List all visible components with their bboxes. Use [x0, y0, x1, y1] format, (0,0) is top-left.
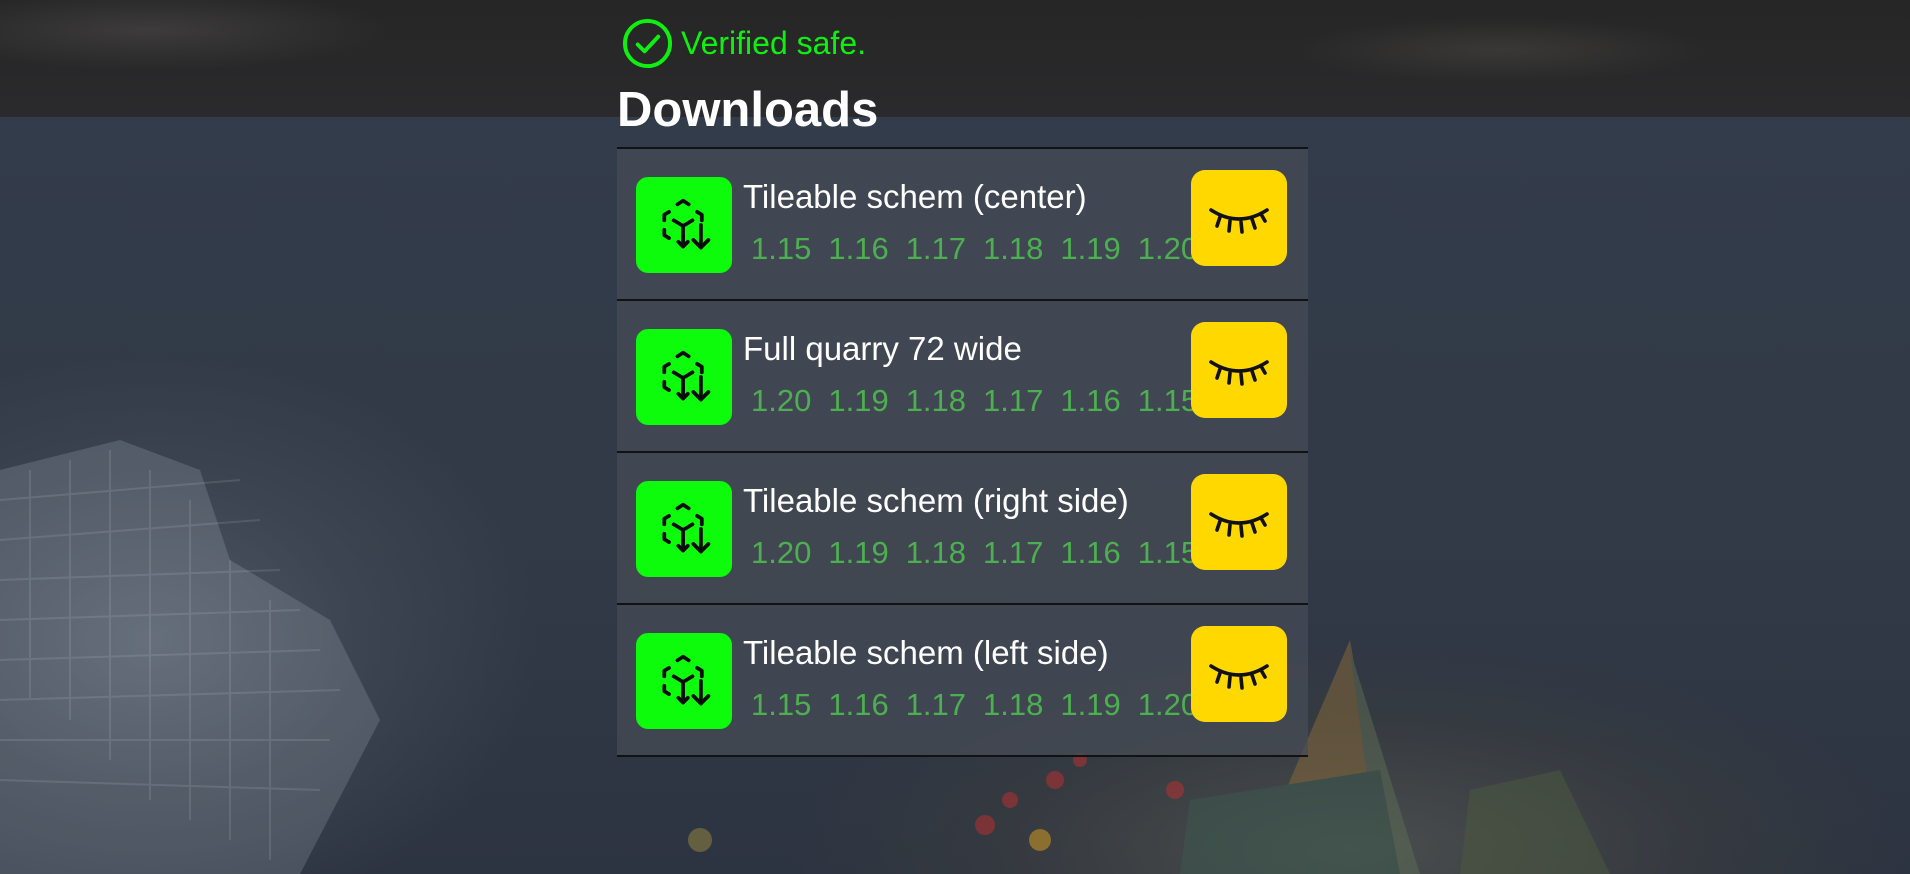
version-link[interactable]: 1.18	[906, 381, 966, 421]
version-link[interactable]: 1.15	[751, 229, 811, 269]
schematic-download-button[interactable]	[636, 177, 732, 273]
download-name: Full quarry 72 wide	[743, 330, 1022, 367]
version-link[interactable]: 1.19	[828, 533, 888, 573]
schematic-cube-icon	[662, 502, 711, 554]
version-link[interactable]: 1.18	[983, 685, 1043, 725]
check-circle-icon	[622, 18, 673, 68]
page-title: Downloads	[617, 83, 879, 137]
version-link[interactable]: 1.19	[1060, 685, 1120, 725]
schematic-download-button[interactable]	[636, 481, 732, 577]
version-link[interactable]: 1.20	[1138, 685, 1198, 725]
download-item: Full quarry 72 wide 1.20 1.19 1.18 1.17 …	[617, 299, 1308, 451]
download-item: Tileable schem (left side) 1.15 1.16 1.1…	[617, 603, 1308, 757]
preview-toggle-button[interactable]	[1191, 626, 1287, 722]
version-link[interactable]: 1.19	[828, 381, 888, 421]
version-link[interactable]: 1.16	[828, 685, 888, 725]
preview-toggle-button[interactable]	[1191, 474, 1287, 570]
preview-toggle-button[interactable]	[1191, 170, 1287, 266]
preview-toggle-button[interactable]	[1191, 322, 1287, 418]
version-link[interactable]: 1.17	[983, 381, 1043, 421]
download-name: Tileable schem (left side)	[743, 634, 1109, 671]
version-link[interactable]: 1.15	[751, 685, 811, 725]
version-link[interactable]: 1.20	[751, 533, 811, 573]
version-link[interactable]: 1.16	[1060, 533, 1120, 573]
closed-eye-icon	[1209, 664, 1269, 690]
schematic-cube-icon	[662, 654, 711, 706]
version-link[interactable]: 1.17	[906, 229, 966, 269]
version-link[interactable]: 1.16	[1060, 381, 1120, 421]
version-link[interactable]: 1.16	[828, 229, 888, 269]
version-link[interactable]: 1.20	[751, 381, 811, 421]
version-link[interactable]: 1.17	[983, 533, 1043, 573]
schematic-cube-icon	[662, 350, 711, 402]
verified-text: Verified safe.	[681, 24, 866, 61]
schematic-download-button[interactable]	[636, 633, 732, 729]
schematic-cube-icon	[662, 198, 711, 250]
version-link[interactable]: 1.20	[1138, 229, 1198, 269]
version-list: 1.15 1.16 1.17 1.18 1.19 1.20	[751, 685, 1215, 725]
download-item: Tileable schem (center) 1.15 1.16 1.17 1…	[617, 147, 1308, 299]
version-list: 1.15 1.16 1.17 1.18 1.19 1.20	[751, 229, 1215, 269]
version-link[interactable]: 1.18	[983, 229, 1043, 269]
version-link[interactable]: 1.15	[1138, 381, 1198, 421]
version-link[interactable]: 1.15	[1138, 533, 1198, 573]
download-name: Tileable schem (center)	[743, 178, 1087, 215]
version-list: 1.20 1.19 1.18 1.17 1.16 1.15	[751, 533, 1215, 573]
closed-eye-icon	[1209, 512, 1269, 538]
download-name: Tileable schem (right side)	[743, 482, 1129, 519]
version-list: 1.20 1.19 1.18 1.17 1.16 1.15	[751, 381, 1215, 421]
schematic-download-button[interactable]	[636, 329, 732, 425]
download-item: Tileable schem (right side) 1.20 1.19 1.…	[617, 451, 1308, 603]
version-link[interactable]: 1.17	[906, 685, 966, 725]
version-link[interactable]: 1.18	[906, 533, 966, 573]
downloads-list: Tileable schem (center) 1.15 1.16 1.17 1…	[617, 147, 1308, 757]
verified-badge: Verified safe.	[622, 17, 866, 69]
version-link[interactable]: 1.19	[1060, 229, 1120, 269]
closed-eye-icon	[1209, 208, 1269, 234]
closed-eye-icon	[1209, 360, 1269, 386]
